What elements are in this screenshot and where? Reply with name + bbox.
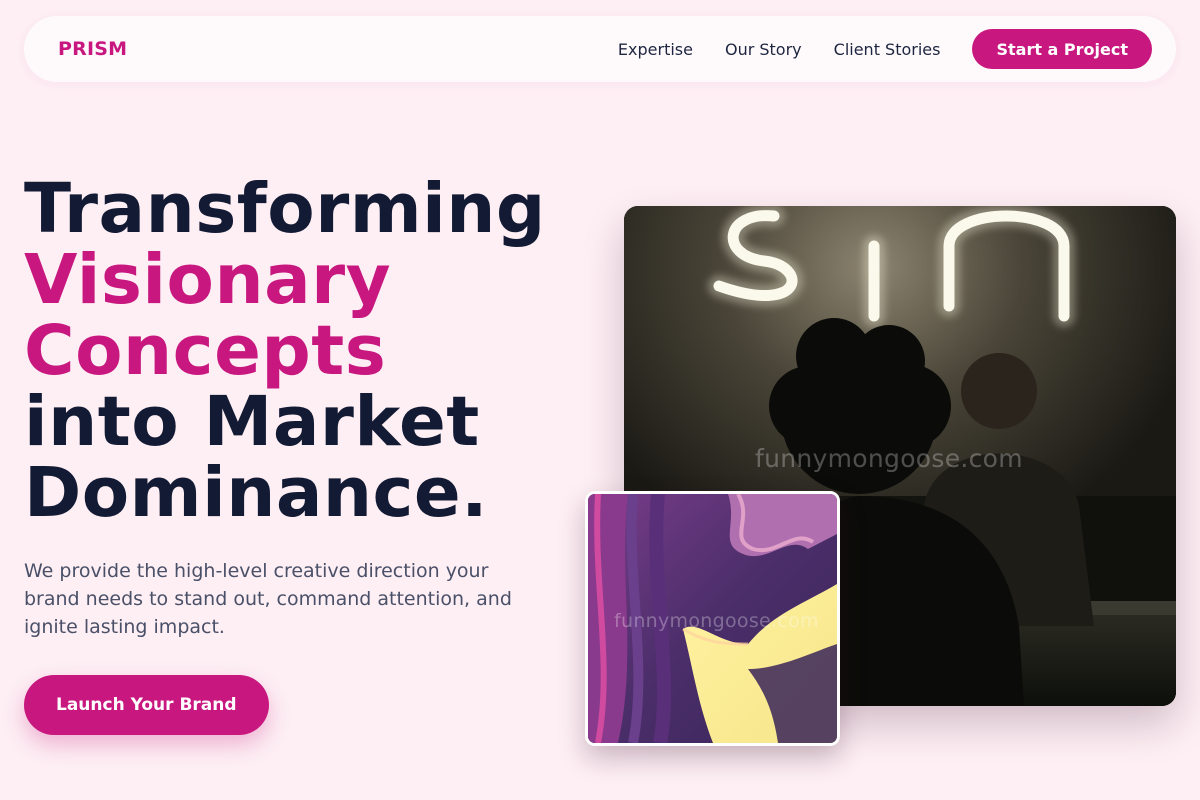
top-navbar: PRISM Expertise Our Story Client Stories… [24,16,1176,82]
nav-link-expertise[interactable]: Expertise [618,40,693,59]
nav-link-our-story[interactable]: Our Story [725,40,802,59]
headline-line-1: Transforming [24,169,546,249]
abstract-art-image: funnymongoose.com [585,491,840,746]
start-project-button[interactable]: Start a Project [972,29,1152,69]
hero-section: Transforming Visionary Concepts into Mar… [24,174,584,735]
brand-logo[interactable]: PRISM [58,38,127,60]
hero-headline: Transforming Visionary Concepts into Mar… [24,174,584,529]
headline-line-5: Dominance. [24,453,488,533]
hero-subtext: We provide the high-level creative direc… [24,560,512,638]
nav-links: Expertise Our Story Client Stories Start… [586,29,1152,69]
photo-watermark: funnymongoose.com [755,444,1023,473]
launch-brand-button[interactable]: Launch Your Brand [24,675,269,735]
headline-line-2-accent: Visionary [24,240,392,320]
nav-link-client-stories[interactable]: Client Stories [834,40,941,59]
headline-line-3-accent: Concepts [24,311,387,391]
headline-line-4: into Market [24,382,480,462]
landing-page: PRISM Expertise Our Story Client Stories… [0,0,1200,800]
art-watermark: funnymongoose.com [614,610,819,632]
